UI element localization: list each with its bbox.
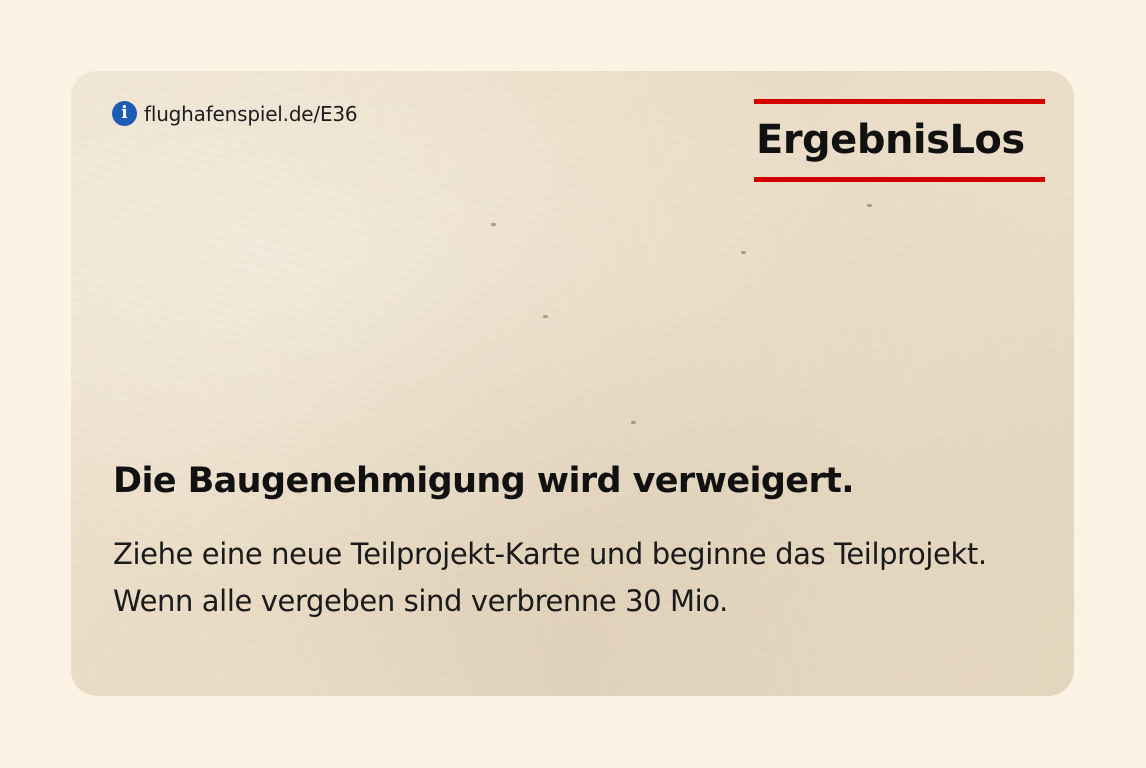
card-headline: Die Baugenehmigung wird verweigert. — [113, 461, 855, 501]
brand-bottom-rule — [754, 177, 1045, 182]
paper-speck — [867, 204, 872, 207]
paper-speck — [543, 315, 548, 318]
paper-speck — [741, 251, 746, 254]
card-body-text: Ziehe eine neue Teilprojekt-Karte und be… — [113, 537, 987, 618]
paper-speck — [631, 421, 636, 424]
brand-logo: ErgebnisLos — [754, 99, 1045, 182]
event-card: i flughafenspiel.de/E36 ErgebnisLos Die … — [71, 71, 1074, 696]
paper-speck — [491, 223, 496, 226]
info-link-text[interactable]: flughafenspiel.de/E36 — [144, 102, 358, 126]
info-link-row[interactable]: i flughafenspiel.de/E36 — [112, 101, 358, 126]
brand-title: ErgebnisLos — [756, 117, 1025, 163]
info-icon: i — [112, 101, 137, 126]
